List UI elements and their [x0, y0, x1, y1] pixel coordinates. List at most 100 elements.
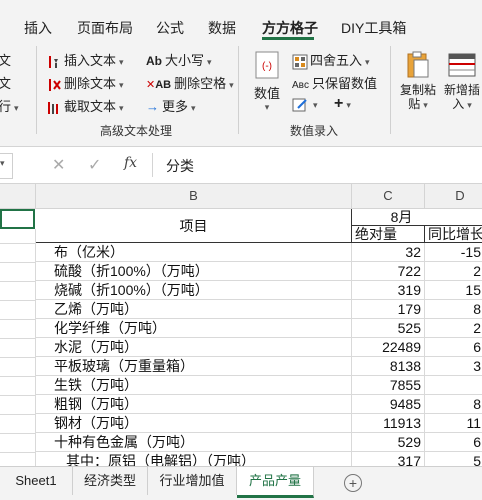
add-sheet-icon[interactable]: + — [344, 474, 362, 492]
partial-item-3[interactable]: 行 ▾ — [0, 96, 19, 115]
cell-a[interactable] — [0, 262, 36, 282]
cell-a-blank[interactable] — [0, 229, 36, 244]
tab-page-layout[interactable]: 页面布局 — [77, 18, 133, 38]
cell-item[interactable]: 烧碱（折100%）（万吨） — [36, 281, 352, 300]
copy-paste-button[interactable]: 复制粘 贴 ▾ — [398, 50, 438, 112]
cell-yoy[interactable]: 3 — [425, 357, 482, 376]
cell-a[interactable] — [0, 376, 36, 396]
cell-absolute[interactable]: 22489 — [352, 338, 425, 357]
selected-cell[interactable] — [0, 209, 35, 229]
cell-absolute[interactable]: 317 — [352, 452, 425, 466]
tab-formulas[interactable]: 公式 — [156, 18, 184, 38]
new-insert-button[interactable]: 新增插 入 ▾ — [440, 50, 482, 112]
cell-item[interactable]: 十种有色金属（万吨） — [36, 433, 352, 452]
cell-absolute[interactable]: 32 — [352, 243, 425, 262]
extract-text-icon — [48, 101, 58, 114]
group-separator — [390, 46, 391, 134]
cell-absolute[interactable]: 11913 — [352, 414, 425, 433]
column-header-b[interactable]: B — [36, 184, 352, 209]
format-button[interactable]: ▾ — [292, 96, 318, 113]
cell-absolute[interactable]: 319 — [352, 281, 425, 300]
header-absolute[interactable]: 绝对量 — [352, 226, 425, 243]
cell-a[interactable] — [0, 300, 36, 320]
sheet-tab-bar: Sheet1 经济类型 行业增加值 产品产量 + — [0, 466, 482, 500]
cell-absolute[interactable]: 9485 — [352, 395, 425, 414]
sheet-tab-sheet1[interactable]: Sheet1 — [0, 467, 73, 495]
case-button[interactable]: Ab 大小写 ▾ — [146, 50, 212, 69]
cell-yoy[interactable]: 2 — [425, 319, 482, 338]
extract-text-button[interactable]: 截取文本 ▾ — [46, 96, 124, 116]
cell-yoy[interactable]: -15 — [425, 243, 482, 262]
header-month[interactable]: 8月 — [352, 209, 482, 226]
delete-text-icon — [49, 78, 61, 91]
column-header-a[interactable] — [0, 184, 36, 209]
tab-diy-toolbox[interactable]: DIY工具箱 — [341, 18, 406, 38]
header-yoy[interactable]: 同比增长 — [425, 226, 482, 243]
cell-a[interactable] — [0, 433, 36, 453]
cell-item[interactable]: 乙烯（万吨） — [36, 300, 352, 319]
cell-a[interactable] — [0, 414, 36, 434]
formula-bar: ▾ ✕ ✓ fx 分类 — [0, 147, 482, 184]
more-button[interactable]: → 更多 ▾ — [146, 96, 196, 115]
new-insert-label-2: 入 ▾ — [452, 97, 472, 111]
cell-a[interactable] — [0, 395, 36, 415]
function-icon[interactable]: fx — [124, 155, 137, 171]
number-group-label: 数值录入 — [290, 124, 339, 138]
remove-spaces-button[interactable]: ✕AB 删除空格 ▾ — [146, 73, 234, 92]
insert-rows-icon — [448, 53, 476, 77]
cell-item[interactable]: 化学纤维（万吨） — [36, 319, 352, 338]
cancel-icon[interactable]: ✕ — [52, 155, 65, 175]
sheet-tab-industry-value[interactable]: 行业增加值 — [148, 467, 237, 495]
formula-input[interactable]: 分类 — [166, 156, 194, 176]
insert-text-button[interactable]: 插入文本 ▾ — [46, 50, 124, 70]
cell-a[interactable] — [0, 338, 36, 358]
sheet-tab-economic-type[interactable]: 经济类型 — [73, 467, 148, 495]
cell-absolute[interactable]: 525 — [352, 319, 425, 338]
sheet-tab-product-output[interactable]: 产品产量 — [237, 467, 314, 498]
cell-item[interactable]: 水泥（万吨） — [36, 338, 352, 357]
partial-item-2[interactable]: 文 — [0, 73, 11, 92]
cell-yoy[interactable]: 6 — [425, 433, 482, 452]
header-item[interactable]: 项目 — [36, 209, 352, 243]
cell-yoy[interactable]: 11 — [425, 414, 482, 433]
cell-item[interactable]: 布（亿米） — [36, 243, 352, 262]
cell-yoy[interactable]: 6 — [425, 338, 482, 357]
cell-yoy[interactable] — [425, 376, 482, 395]
cell-item[interactable]: 硫酸（折100%）（万吨） — [36, 262, 352, 281]
case-icon: Ab — [146, 54, 162, 68]
delete-text-button[interactable]: 删除文本 ▾ — [46, 73, 124, 93]
cell-a[interactable] — [0, 243, 36, 263]
round-button[interactable]: 四舍五入 ▾ — [292, 50, 370, 70]
cell-item[interactable]: 其中：原铝（电解铝）（万吨） — [36, 452, 352, 466]
cell-yoy[interactable]: 8 — [425, 300, 482, 319]
cell-a[interactable] — [0, 281, 36, 301]
cell-item[interactable]: 平板玻璃（万重量箱） — [36, 357, 352, 376]
plus-button[interactable]: + ▾ — [334, 95, 351, 113]
confirm-icon[interactable]: ✓ — [88, 155, 101, 175]
cell-item[interactable]: 粗钢（万吨） — [36, 395, 352, 414]
cell-yoy[interactable]: 15 — [425, 281, 482, 300]
cell-yoy[interactable]: 8 — [425, 395, 482, 414]
cell-a[interactable] — [0, 319, 36, 339]
cell-yoy[interactable]: 2 — [425, 262, 482, 281]
cell-a[interactable] — [0, 357, 36, 377]
tab-fangfang[interactable]: 方方格子 — [262, 18, 318, 38]
cell-item[interactable]: 钢材（万吨） — [36, 414, 352, 433]
tab-data[interactable]: 数据 — [208, 18, 236, 38]
cell-item[interactable]: 生铁（万吨） — [36, 376, 352, 395]
cell-absolute[interactable]: 8138 — [352, 357, 425, 376]
keep-values-button[interactable]: Aʙᴄ 只保留数值 — [292, 73, 377, 92]
tab-insert[interactable]: 插入 — [24, 18, 52, 38]
cell-absolute[interactable]: 722 — [352, 262, 425, 281]
cell-yoy[interactable]: 5 — [425, 452, 482, 466]
copy-paste-label-1: 复制粘 — [399, 83, 436, 97]
column-header-d[interactable]: D — [425, 184, 482, 209]
name-box[interactable]: ▾ — [0, 153, 13, 179]
cell-absolute[interactable]: 529 — [352, 433, 425, 452]
partial-item-1[interactable]: 文 — [0, 50, 11, 69]
cell-absolute[interactable]: 179 — [352, 300, 425, 319]
cell-a[interactable] — [0, 452, 36, 466]
cell-absolute[interactable]: 7855 — [352, 376, 425, 395]
numbers-button[interactable]: (-) 数值 ▾ — [250, 50, 284, 113]
column-header-c[interactable]: C — [352, 184, 425, 209]
